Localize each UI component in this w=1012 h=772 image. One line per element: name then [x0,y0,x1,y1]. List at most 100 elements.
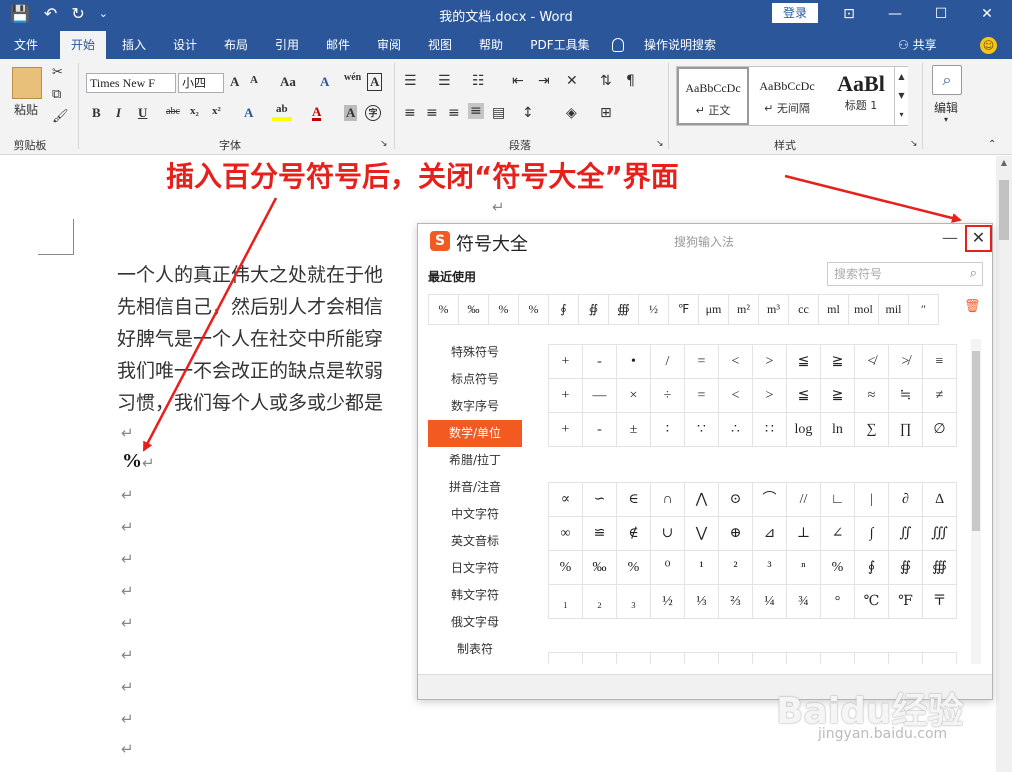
symbol-cell[interactable] [549,653,583,664]
numbering-icon[interactable]: ☰ [438,73,451,89]
symbol-cell[interactable]: ≈ [855,379,889,413]
phonetic-guide-icon[interactable]: wén [344,72,361,83]
copy-icon[interactable]: ⧉ [52,87,61,102]
styles-scroll-icon[interactable]: ▲ ▼ ▾ [894,67,908,125]
recent-symbol[interactable]: ½ [638,294,669,325]
symbol-cell[interactable]: ∩ [651,483,685,517]
symbol-cell[interactable]: ln [821,413,855,447]
symbol-cell[interactable]: ≒ [889,379,923,413]
symbol-cell[interactable]: - [583,413,617,447]
shading-icon[interactable]: ◈ [566,105,577,121]
redo-icon[interactable]: ↻ [71,4,84,24]
symbol-cell[interactable]: ∈ [617,483,651,517]
tab-references[interactable]: 引用 [265,31,309,59]
category-item[interactable]: 日文字符 [428,555,522,582]
paste-icon[interactable] [12,67,42,99]
tab-file[interactable]: 文件 [4,31,48,59]
symbol-cell[interactable] [787,653,821,664]
category-item[interactable]: 希腊/拉丁 [428,447,522,474]
font-color-icon[interactable]: A [312,105,322,121]
undo-icon[interactable]: ↶ [44,4,57,24]
symbol-cell[interactable] [617,653,651,664]
borders-icon[interactable]: ⊞ [600,105,612,121]
increase-indent-icon[interactable]: ⇥ [538,73,550,89]
symbol-cell[interactable] [685,653,719,664]
symbol-cell[interactable]: > [753,379,787,413]
enclose-characters-icon[interactable]: 字 [365,105,381,121]
superscript-button[interactable]: x² [212,105,221,117]
save-icon[interactable]: 💾 [10,4,30,24]
symbol-cell[interactable]: ≌ [583,517,617,551]
category-item[interactable]: 韩文字符 [428,582,522,609]
symbol-cell[interactable]: ℉ [889,585,923,619]
symbol-cell[interactable]: ⁰ [651,551,685,585]
category-item[interactable]: 俄文字母 [428,609,522,636]
dialog-scroll-thumb[interactable] [972,351,980,531]
align-right-icon[interactable]: ≡ [448,105,460,121]
symbol-cell[interactable]: ÷ [651,379,685,413]
symbol-cell[interactable]: ∯ [889,551,923,585]
symbol-cell[interactable]: | [855,483,889,517]
category-item[interactable]: 中文字符 [428,501,522,528]
recent-symbol[interactable]: m² [728,294,759,325]
dialog-header[interactable]: S 符号大全 搜狗输入法 — ✕ [418,224,992,258]
symbol-cell[interactable]: ∵ [685,413,719,447]
symbol-cell[interactable]: ∟ [821,483,855,517]
category-item[interactable]: 标点符号 [428,366,522,393]
symbol-cell[interactable]: • [617,345,651,379]
symbol-cell[interactable]: ∬ [889,517,923,551]
body-line[interactable]: 先相信自己，然后别人才会相信 [117,292,383,319]
symbol-cell[interactable]: < [719,379,753,413]
symbol-cell[interactable]: > [753,345,787,379]
subscript-button[interactable]: x₂ [190,105,199,117]
symbol-cell[interactable]: ⅓ [685,585,719,619]
recent-symbol[interactable]: ℉ [668,294,699,325]
close-window-icon[interactable]: ✕ [964,0,1010,31]
recent-symbol[interactable]: ml [818,294,849,325]
maximize-icon[interactable]: ☐ [918,0,964,31]
symbol-cell[interactable]: ∉ [617,517,651,551]
body-line[interactable]: 好脾气是一个人在社交中所能穿 [117,324,383,351]
symbol-cell[interactable]: ₁ [549,585,583,619]
paste-label[interactable]: 粘贴 [14,101,38,118]
symbol-cell[interactable]: ¼ [753,585,787,619]
symbol-cell[interactable]: ∷ [753,413,787,447]
style-normal[interactable]: AaBbCcDc ↵ 正文 [677,67,749,125]
highlighter-icon[interactable]: ab [276,103,288,115]
recent-symbol[interactable]: ″ [908,294,939,325]
multilevel-list-icon[interactable]: ☷ [472,73,485,89]
symbol-cell[interactable]: ∞ [549,517,583,551]
symbol-cell[interactable]: % [549,551,583,585]
character-border-icon[interactable]: A [367,73,383,91]
change-case-icon[interactable]: Aa [280,74,296,90]
symbol-cell[interactable]: / [651,345,685,379]
dialog-close-icon[interactable]: ✕ [965,225,992,252]
body-line[interactable]: 习惯，我们每个人或多或少都是 [117,388,383,415]
symbol-cell[interactable] [719,653,753,664]
symbol-search-input[interactable]: 搜索符号 ⌕ [827,262,983,286]
symbol-cell[interactable]: ⌒ [753,483,787,517]
symbol-cell[interactable]: ⋁ [685,517,719,551]
recent-symbol[interactable]: μm [698,294,729,325]
symbol-cell[interactable] [855,653,889,664]
symbol-cell[interactable]: ≡ [923,345,957,379]
symbol-cell[interactable]: - [583,345,617,379]
font-name-combo[interactable]: Times New F [86,73,176,93]
sort-icon[interactable]: ⇅ [600,73,612,89]
recent-symbol[interactable]: mil [878,294,909,325]
symbol-cell[interactable] [923,653,957,664]
show-marks-icon[interactable]: ¶ [626,73,635,89]
chevron-down-icon[interactable]: ▾ [944,115,948,124]
symbol-cell[interactable]: log [787,413,821,447]
style-no-spacing[interactable]: AaBbCcDc ↵ 无间隔 [751,67,823,125]
ribbon-display-options-icon[interactable]: ⊡ [826,0,872,31]
symbol-cell[interactable]: ∆ [923,483,957,517]
category-item[interactable]: 数学/单位 [428,420,522,447]
symbol-cell[interactable]: ∑ [855,413,889,447]
symbol-cell[interactable]: ⊿ [753,517,787,551]
symbol-cell[interactable]: ⊥ [787,517,821,551]
recent-symbol[interactable]: % [428,294,459,325]
symbol-cell[interactable]: ≧ [821,379,855,413]
justify-icon[interactable]: ≡ [468,103,484,119]
symbol-cell[interactable]: ± [617,413,651,447]
